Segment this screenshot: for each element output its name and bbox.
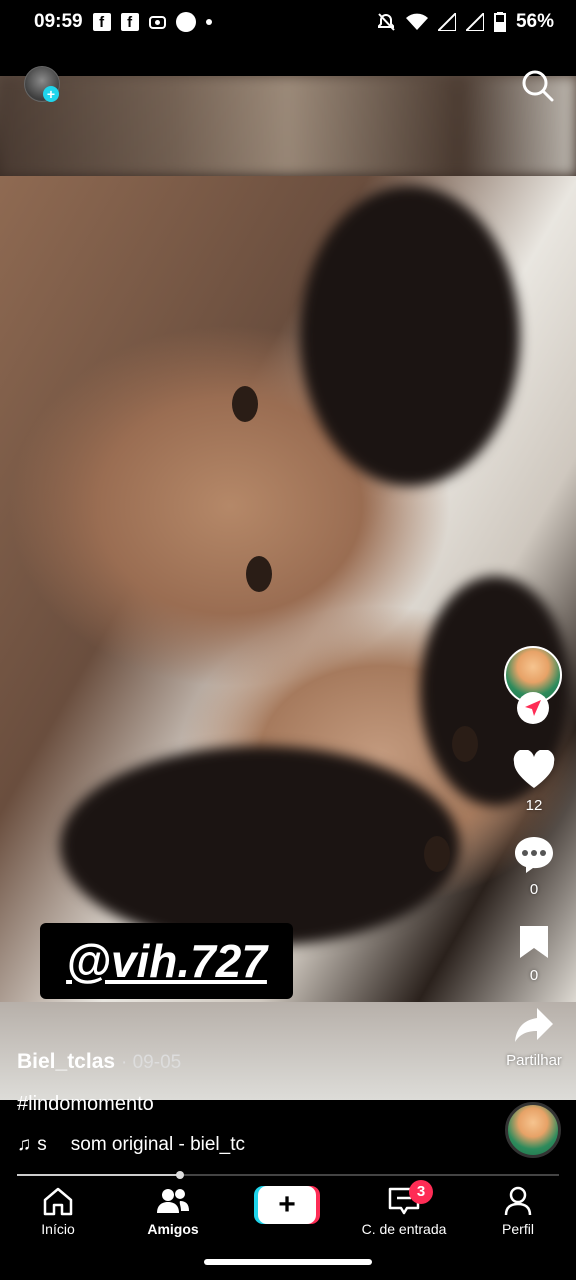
nav-profile[interactable]: Perfil xyxy=(496,1186,540,1237)
create-post-button[interactable]: + xyxy=(258,1186,316,1224)
home-icon xyxy=(43,1187,73,1216)
comment-button[interactable]: 0 xyxy=(499,834,569,898)
like-button[interactable]: 12 xyxy=(499,749,569,814)
signal-icon xyxy=(437,13,456,31)
video-progress-bar[interactable] xyxy=(17,1174,559,1176)
save-button[interactable]: 0 xyxy=(499,924,569,984)
battery-percent: 56% xyxy=(515,11,554,32)
search-icon[interactable] xyxy=(520,68,554,102)
nav-home-label: Início xyxy=(41,1221,75,1237)
share-label: Partilhar xyxy=(506,1052,562,1069)
battery-icon xyxy=(493,12,506,32)
post-username[interactable]: Biel_tclas xyxy=(17,1050,115,1074)
comment-icon xyxy=(515,837,553,873)
comment-count: 0 xyxy=(529,881,539,898)
bookmark-icon xyxy=(520,926,548,958)
nav-profile-label: Perfil xyxy=(502,1221,534,1237)
home-indicator[interactable] xyxy=(204,1259,372,1265)
facebook-icon: f xyxy=(92,13,111,31)
notification-dot-icon xyxy=(175,12,196,32)
status-time: 09:59 xyxy=(34,11,83,32)
video-progress-knob[interactable] xyxy=(176,1171,184,1179)
follow-badge[interactable] xyxy=(517,692,549,724)
nav-inbox-label: C. de entrada xyxy=(361,1221,447,1237)
dot-icon xyxy=(205,19,212,25)
post-caption-hashtag[interactable]: #lindomomento xyxy=(17,1093,154,1116)
nav-friends[interactable]: Amigos xyxy=(143,1186,203,1237)
mention-sticker: @vih.727 xyxy=(40,923,293,999)
post-date: · 09-05 xyxy=(121,1052,182,1073)
video-player[interactable]: @vih.727 xyxy=(0,76,576,1100)
heart-icon xyxy=(513,749,555,788)
music-disc[interactable] xyxy=(505,1102,561,1158)
video-progress-fill xyxy=(17,1174,180,1176)
share-icon xyxy=(515,1008,553,1042)
music-note-icon: ♫ xyxy=(17,1134,32,1155)
add-live-icon[interactable]: + xyxy=(43,86,59,102)
video-frame-photo xyxy=(0,176,576,1002)
nav-home[interactable]: Início xyxy=(36,1186,80,1237)
wifi-icon xyxy=(405,13,428,30)
friends-icon xyxy=(157,1189,189,1213)
music-prefix: s xyxy=(37,1134,47,1155)
like-count: 12 xyxy=(525,797,543,814)
send-icon xyxy=(525,700,541,716)
mute-icon xyxy=(377,13,395,31)
save-count: 0 xyxy=(529,967,539,984)
share-button[interactable]: Partilhar xyxy=(499,1005,569,1069)
plus-icon: + xyxy=(278,1188,296,1221)
profile-icon xyxy=(504,1186,532,1216)
facebook-icon: f xyxy=(120,13,139,31)
status-bar: 09:59 f f 56% xyxy=(0,0,576,44)
signal-icon xyxy=(465,13,484,31)
nav-inbox[interactable]: C. de entrada xyxy=(356,1186,452,1237)
screen-record-icon xyxy=(148,15,166,29)
music-title: som original - biel_tc xyxy=(70,1134,245,1155)
nav-friends-label: Amigos xyxy=(147,1221,199,1237)
video-blur-band xyxy=(0,76,576,176)
music-row[interactable]: ♫ s som original - biel_tc xyxy=(17,1134,245,1156)
inbox-badge: 3 xyxy=(409,1180,433,1204)
